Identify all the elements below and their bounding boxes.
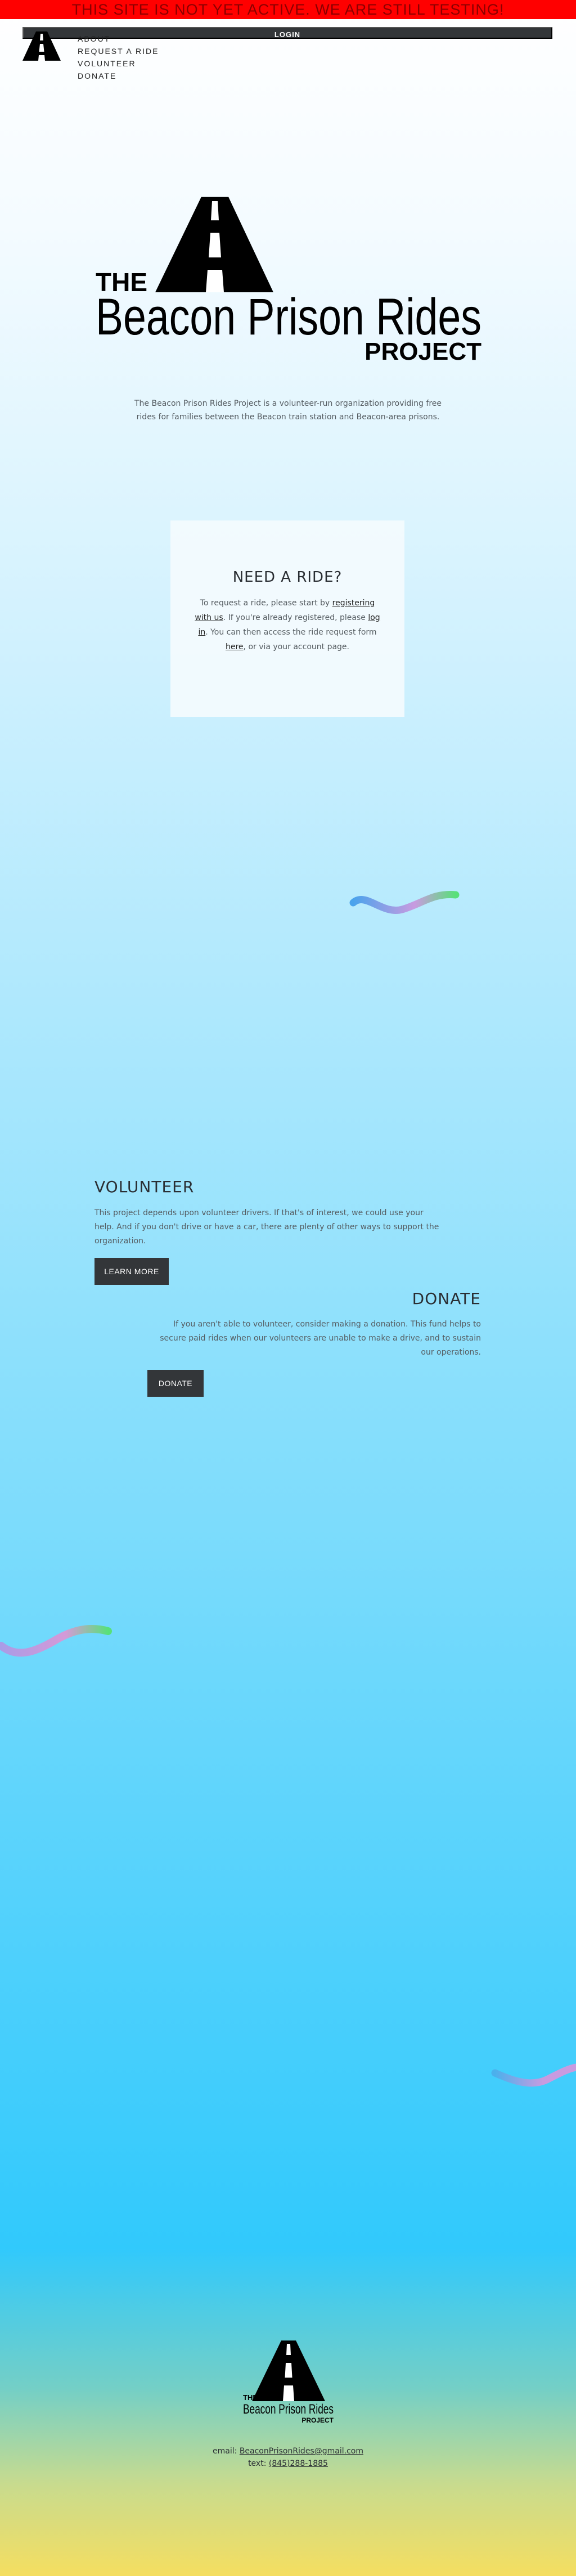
email-label: email: <box>213 2447 240 2456</box>
logo-name-text: Beacon Prison Rides <box>96 288 482 346</box>
volunteer-title: VOLUNTEER <box>94 1178 195 1196</box>
nav-about-link[interactable]: ABOUT <box>78 33 159 45</box>
road-icon <box>155 197 273 292</box>
ride-text-part: , or via your account page. <box>243 642 349 651</box>
ride-form-link[interactable]: here <box>226 642 244 651</box>
footer-logo-name-text: Beacon Prison Rides <box>243 2402 334 2417</box>
decorative-squiggle <box>491 2063 576 2087</box>
nav-request-ride-link[interactable]: REQUEST A RIDE <box>78 45 159 57</box>
hero-logo: THE Beacon Prison Rides PROJECT <box>96 197 482 361</box>
text-label: text: <box>248 2459 269 2468</box>
footer-email-line: email: BeaconPrisonRides@gmail.com <box>176 2445 400 2457</box>
ride-text-part: . If you're already registered, please <box>223 613 368 622</box>
main-nav: ABOUT REQUEST A RIDE VOLUNTEER DONATE <box>78 33 159 82</box>
need-ride-text: To request a ride, please start by regis… <box>191 596 384 654</box>
decorative-squiggle <box>0 1625 112 1657</box>
phone-link[interactable]: (845)288-1885 <box>269 2459 328 2468</box>
footer-contact: email: BeaconPrisonRides@gmail.com text:… <box>176 2445 400 2470</box>
footer-logo-project-text: PROJECT <box>302 2416 334 2424</box>
donate-button[interactable]: DONATE <box>147 1370 204 1397</box>
nav-donate-link[interactable]: DONATE <box>78 70 159 82</box>
ride-text-part: . You can then access the ride request f… <box>205 628 377 637</box>
logo-project-text: PROJECT <box>364 338 482 361</box>
footer-logo: THE Beacon Prison Rides PROJECT <box>243 2340 334 2424</box>
road-icon <box>252 2340 325 2401</box>
email-link[interactable]: BeaconPrisonRides@gmail.com <box>240 2447 363 2456</box>
donate-title: DONATE <box>412 1289 481 1308</box>
footer-logo-the-text: THE <box>243 2393 258 2402</box>
need-ride-card: NEED A RIDE? To request a ride, please s… <box>170 520 404 717</box>
footer-phone-line: text: (845)288-1885 <box>176 2457 400 2470</box>
test-warning-banner: THIS SITE IS NOT YET ACTIVE. WE ARE STIL… <box>0 0 576 19</box>
decorative-squiggle <box>349 890 460 914</box>
donate-text: If you aren't able to volunteer, conside… <box>160 1320 481 1357</box>
need-ride-title: NEED A RIDE? <box>232 569 343 586</box>
learn-more-button[interactable]: LEARN MORE <box>94 1258 169 1285</box>
hero-description: The Beacon Prison Rides Project is a vol… <box>134 399 442 422</box>
volunteer-text: This project depends upon volunteer driv… <box>94 1208 439 1246</box>
ride-text-part: To request a ride, please start by <box>200 599 332 608</box>
nav-volunteer-link[interactable]: VOLUNTEER <box>78 57 159 70</box>
road-logo-icon[interactable] <box>22 30 61 61</box>
